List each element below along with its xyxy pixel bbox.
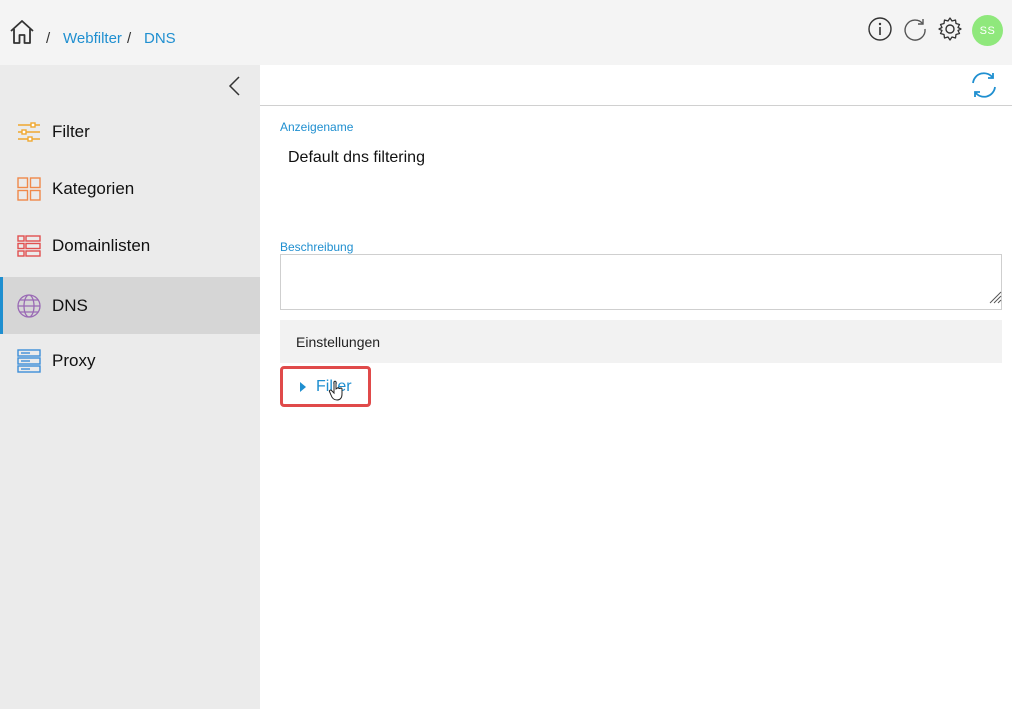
breadcrumb-separator: /: [46, 30, 51, 47]
main-content: Anzeigename Default dns filtering Beschr…: [260, 65, 1012, 709]
info-icon[interactable]: [867, 16, 893, 42]
breadcrumb-separator: /: [127, 30, 132, 47]
sidebar-item-label: DNS: [52, 295, 88, 315]
sidebar-item-proxy[interactable]: Proxy: [0, 332, 260, 389]
display-name-label: Anzeigename: [280, 120, 354, 134]
refresh-icon[interactable]: [902, 16, 928, 42]
avatar[interactable]: SS: [972, 15, 1003, 46]
sidebar-item-dns[interactable]: DNS: [0, 277, 260, 334]
grid-icon: [17, 176, 41, 201]
settings-section-header[interactable]: Einstellungen: [280, 320, 1002, 363]
sidebar-item-label: Filter: [52, 121, 90, 141]
server-icon: [17, 348, 41, 373]
list-icon: [17, 234, 41, 257]
home-icon[interactable]: [8, 18, 36, 46]
filter-expand-toggle[interactable]: Filter: [280, 366, 371, 407]
sidebar-item-label: Domainlisten: [52, 235, 151, 255]
description-textarea[interactable]: [280, 254, 1002, 310]
resize-grip-icon[interactable]: [988, 290, 1002, 304]
content-toolbar: [260, 65, 1012, 106]
sliders-icon: [18, 121, 40, 142]
section-title: Einstellungen: [296, 333, 381, 350]
description-label: Beschreibung: [280, 240, 354, 254]
sidebar-item-label: Proxy: [52, 350, 96, 370]
sidebar-item-kategorien[interactable]: Kategorien: [0, 160, 260, 217]
breadcrumb-webfilter[interactable]: Webfilter: [63, 30, 122, 48]
globe-icon: [17, 293, 41, 318]
sync-icon[interactable]: [968, 69, 1000, 101]
filter-toggle-label: Filter: [316, 378, 352, 395]
settings-icon[interactable]: [937, 16, 963, 42]
display-name-value[interactable]: Default dns filtering: [288, 149, 425, 167]
chevron-left-icon[interactable]: [226, 75, 244, 97]
sidebar-item-domainlisten[interactable]: Domainlisten: [0, 217, 260, 274]
breadcrumb-dns[interactable]: DNS: [144, 30, 176, 48]
top-bar: / Webfilter / DNS SS: [0, 0, 1012, 65]
caret-right-icon: [300, 382, 306, 392]
sidebar: Filter Kategorien Domainlisten DNS Proxy: [0, 65, 260, 709]
sidebar-item-label: Kategorien: [52, 178, 135, 198]
sidebar-item-filter[interactable]: Filter: [0, 103, 260, 160]
